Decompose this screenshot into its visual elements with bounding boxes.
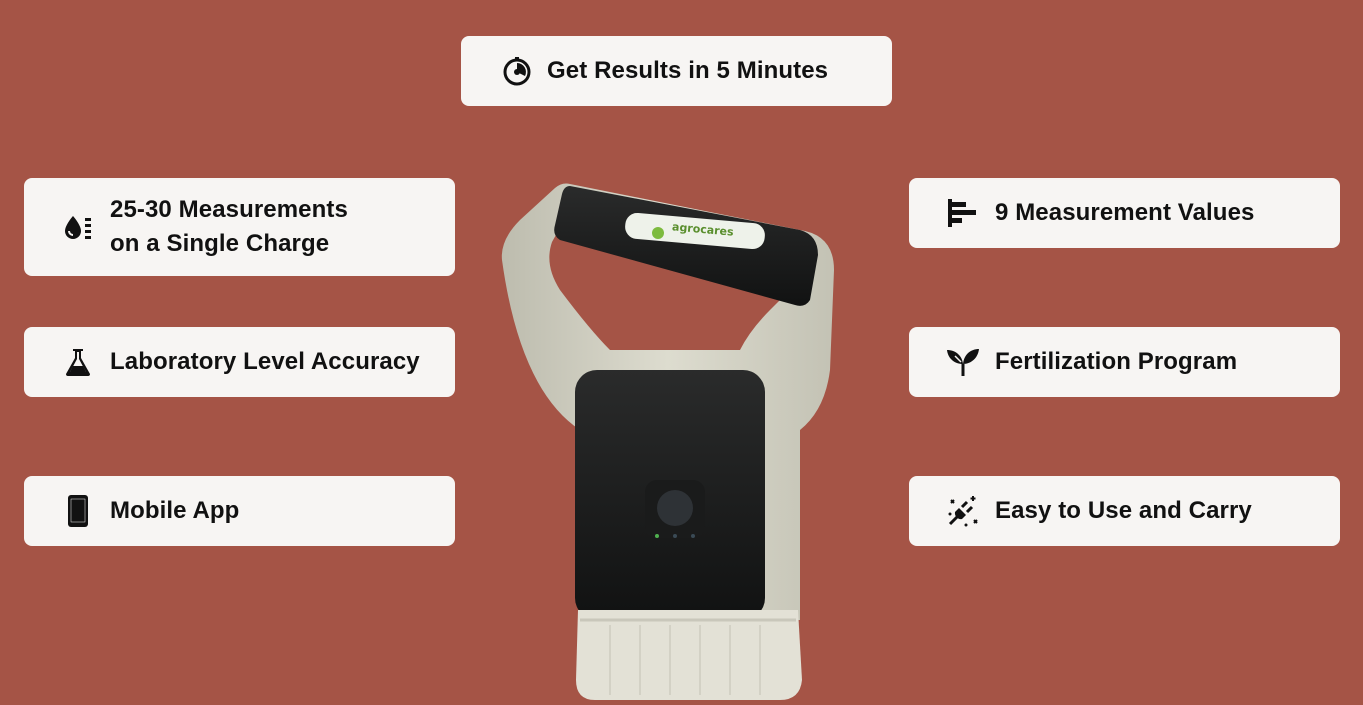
- feature-label: Mobile App: [110, 497, 240, 524]
- device-illustration: [501, 183, 834, 700]
- sparkle-plug-icon: [945, 493, 981, 529]
- feature-label-line-1: 25-30 Measurements: [110, 196, 348, 223]
- feature-label-line-2: on a Single Charge: [110, 230, 330, 257]
- sprout-icon: [945, 344, 981, 380]
- battery-drop-icon: [60, 209, 96, 245]
- feature-card-values: 9 Measurement Values: [909, 178, 1340, 248]
- feature-label: Get Results in 5 Minutes: [547, 57, 829, 84]
- feature-label: 9 Measurement Values: [995, 199, 1255, 226]
- feature-label: 25-30 Measurements on a Single Charge: [110, 193, 348, 261]
- bars-icon: [945, 195, 981, 231]
- feature-label: Fertilization Program: [995, 348, 1238, 375]
- feature-card-easy: Easy to Use and Carry: [909, 476, 1340, 546]
- flask-icon: [60, 344, 96, 380]
- soil-scanner-device: agrocares: [500, 180, 840, 700]
- feature-label: Laboratory Level Accuracy: [110, 348, 420, 375]
- feature-card-measurements: 25-30 Measurements on a Single Charge: [24, 178, 455, 276]
- feature-card-accuracy: Laboratory Level Accuracy: [24, 327, 455, 397]
- feature-label: Easy to Use and Carry: [995, 497, 1252, 524]
- feature-card-mobile: Mobile App: [24, 476, 455, 546]
- feature-card-results: Get Results in 5 Minutes: [461, 36, 892, 106]
- feature-card-fertilization: Fertilization Program: [909, 327, 1340, 397]
- timer-icon: [499, 53, 535, 89]
- phone-icon: [60, 493, 96, 529]
